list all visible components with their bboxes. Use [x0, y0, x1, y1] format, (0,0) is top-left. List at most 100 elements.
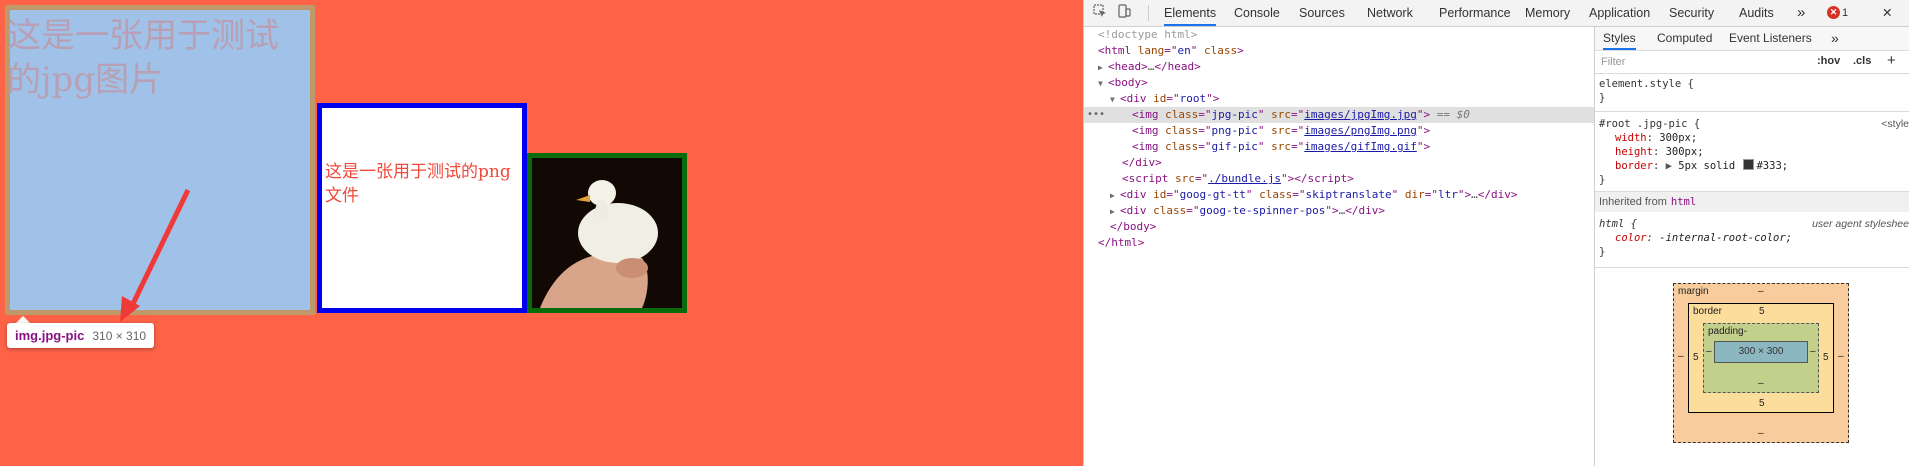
script-src-link[interactable]: ./bundle.js: [1208, 172, 1281, 185]
dom-line-body-close[interactable]: </body>: [1084, 219, 1594, 235]
border-label: border: [1693, 306, 1722, 317]
class-toggle[interactable]: .cls: [1853, 55, 1871, 67]
rule-close-brace: }: [1599, 92, 1606, 104]
tooltip-arrow: [16, 316, 30, 323]
user-agent-rule[interactable]: html { user agent styleshee color: -inter…: [1595, 217, 1909, 259]
styles-pane: Styles Computed Event Listeners » :hov .…: [1594, 27, 1909, 466]
prop-height[interactable]: height: 300px;: [1595, 145, 1909, 159]
tab-sources[interactable]: Sources: [1299, 0, 1345, 26]
tab-application[interactable]: Application: [1589, 0, 1650, 26]
dom-line-root-div[interactable]: ▼ <div id="root">: [1084, 91, 1594, 107]
png-image-text: 这是一张用于测试的png文件: [325, 162, 511, 206]
styles-tabbar: Styles Computed Event Listeners »: [1595, 27, 1909, 51]
rule-close-brace: }: [1599, 174, 1606, 186]
tab-audits[interactable]: Audits: [1739, 0, 1774, 26]
dom-line-html[interactable]: <html lang="en" class>: [1084, 43, 1594, 59]
devtools-panel: Elements Console Sources Network Perform…: [1083, 0, 1909, 466]
jpg-pic-style-rule[interactable]: #root .jpg-pic { <style width: 300px; hei…: [1595, 117, 1909, 187]
duck-photo: [532, 158, 682, 308]
dom-line-script[interactable]: <script src="./bundle.js"></script>: [1084, 171, 1594, 187]
prop-color[interactable]: color: -internal-root-color;: [1595, 231, 1909, 245]
expand-triangle-icon[interactable]: ▶: [1110, 188, 1120, 204]
tab-network[interactable]: Network: [1367, 0, 1413, 26]
device-toolbar-icon[interactable]: [1116, 4, 1132, 20]
expand-triangle-icon[interactable]: ▶: [1098, 60, 1108, 76]
tab-performance[interactable]: Performance: [1439, 0, 1511, 26]
rule-close-brace: }: [1599, 246, 1606, 258]
rule-separator: [1595, 267, 1909, 268]
error-icon[interactable]: ✕: [1827, 6, 1840, 19]
error-count[interactable]: 1: [1842, 0, 1848, 26]
rule-selector: html {: [1599, 218, 1637, 230]
page-viewport: 这是一张用于测试的jpg图片 这是一张用于测试的png文件 img.jpg-pi…: [0, 0, 1083, 466]
rule-separator: [1595, 111, 1909, 112]
dom-line-div-close[interactable]: </div>: [1084, 155, 1594, 171]
new-style-rule-button[interactable]: +: [1887, 52, 1896, 69]
toolbar-separator: [1148, 5, 1149, 21]
tab-elements[interactable]: Elements: [1164, 0, 1217, 26]
dom-line-img-jpg[interactable]: ••• <img class="jpg-pic" src="images/jpgI…: [1084, 107, 1594, 123]
padding-left-value[interactable]: –: [1706, 346, 1712, 357]
dom-line-body[interactable]: ▼ <body>: [1084, 75, 1594, 91]
border-left-value[interactable]: 5: [1693, 352, 1699, 363]
dom-tree: <!doctype html> <html lang="en" class> ▶…: [1084, 27, 1594, 466]
styles-tabs-overflow-button[interactable]: »: [1831, 27, 1839, 50]
img-src-link[interactable]: images/gifImg.gif: [1304, 140, 1417, 153]
inherited-header: Inherited from html: [1595, 192, 1909, 212]
tab-console[interactable]: Console: [1234, 0, 1280, 26]
padding-label: padding-: [1708, 326, 1747, 337]
rule-selector: element.style {: [1599, 78, 1694, 90]
margin-top-value[interactable]: –: [1758, 286, 1764, 297]
box-model-border[interactable]: border 5 5 5 5 padding- – – – 300 × 300: [1688, 303, 1834, 413]
border-right-value[interactable]: 5: [1823, 352, 1829, 363]
padding-right-value[interactable]: –: [1810, 346, 1816, 357]
dom-line-doctype[interactable]: <!doctype html>: [1084, 27, 1594, 43]
rule-source-link[interactable]: <style: [1881, 117, 1909, 131]
dom-line-head[interactable]: ▶ <head>…</head>: [1084, 59, 1594, 75]
tooltip-element-size: 310 × 310: [92, 329, 147, 343]
tooltip-element-name: img.jpg-pic: [15, 328, 85, 343]
tab-memory[interactable]: Memory: [1525, 0, 1570, 26]
collapse-triangle-icon[interactable]: ▼: [1110, 92, 1120, 108]
inspect-icon[interactable]: [1092, 4, 1108, 20]
margin-right-value[interactable]: –: [1838, 351, 1844, 362]
padding-bottom-value[interactable]: –: [1758, 378, 1764, 389]
color-swatch-icon[interactable]: [1743, 159, 1755, 170]
hover-state-toggle[interactable]: :hov: [1817, 55, 1840, 67]
close-devtools-icon[interactable]: ✕: [1882, 0, 1892, 26]
styles-filter-input[interactable]: [1599, 53, 1803, 71]
prop-border[interactable]: border: ▶ 5px solid #333;: [1595, 159, 1909, 173]
expand-triangle-icon[interactable]: ▶: [1666, 160, 1672, 172]
expand-triangle-icon[interactable]: ▶: [1110, 204, 1120, 220]
box-model-margin[interactable]: margin – – – – border 5 5 5 5 padding- –…: [1673, 283, 1849, 443]
box-model-padding[interactable]: padding- – – – 300 × 300: [1703, 323, 1819, 393]
devtools-tabbar: Elements Console Sources Network Perform…: [1084, 0, 1909, 27]
tabs-overflow-button[interactable]: »: [1797, 0, 1805, 26]
margin-bottom-value[interactable]: –: [1758, 428, 1764, 439]
tab-security[interactable]: Security: [1669, 0, 1714, 26]
margin-left-value[interactable]: –: [1678, 351, 1684, 362]
more-options-icon[interactable]: •••: [1087, 107, 1105, 123]
dom-line-html-close[interactable]: </html>: [1084, 235, 1594, 251]
dom-line-img-gif[interactable]: <img class="gif-pic" src="images/gifImg.…: [1084, 139, 1594, 155]
dom-line-goog-div[interactable]: ▶ <div id="goog-gt-tt" class="skiptransla…: [1084, 187, 1594, 203]
tab-computed[interactable]: Computed: [1657, 27, 1712, 50]
tab-event-listeners[interactable]: Event Listeners: [1729, 27, 1812, 50]
prop-width[interactable]: width: 300px;: [1595, 131, 1909, 145]
border-top-value[interactable]: 5: [1759, 306, 1765, 317]
rule-source-label: user agent styleshee: [1812, 218, 1909, 230]
element-style-rule[interactable]: element.style { }: [1595, 77, 1909, 105]
img-src-link[interactable]: images/jpgImg.jpg: [1304, 108, 1417, 121]
box-model-content[interactable]: 300 × 300: [1714, 341, 1808, 363]
collapse-triangle-icon[interactable]: ▼: [1098, 76, 1108, 92]
gif-image[interactable]: [527, 153, 687, 313]
rule-selector: #root .jpg-pic {: [1599, 118, 1701, 130]
dom-line-spinner-div[interactable]: ▶ <div class="goog-te-spinner-pos">…</div…: [1084, 203, 1594, 219]
dom-line-img-png[interactable]: <img class="png-pic" src="images/pngImg.…: [1084, 123, 1594, 139]
tab-styles[interactable]: Styles: [1603, 27, 1636, 50]
png-image[interactable]: 这是一张用于测试的png文件: [317, 103, 527, 313]
element-tooltip: img.jpg-pic 310 × 310: [7, 323, 155, 348]
inherited-from-link[interactable]: html: [1671, 196, 1696, 208]
border-bottom-value[interactable]: 5: [1759, 398, 1765, 409]
img-src-link[interactable]: images/pngImg.png: [1304, 124, 1417, 137]
